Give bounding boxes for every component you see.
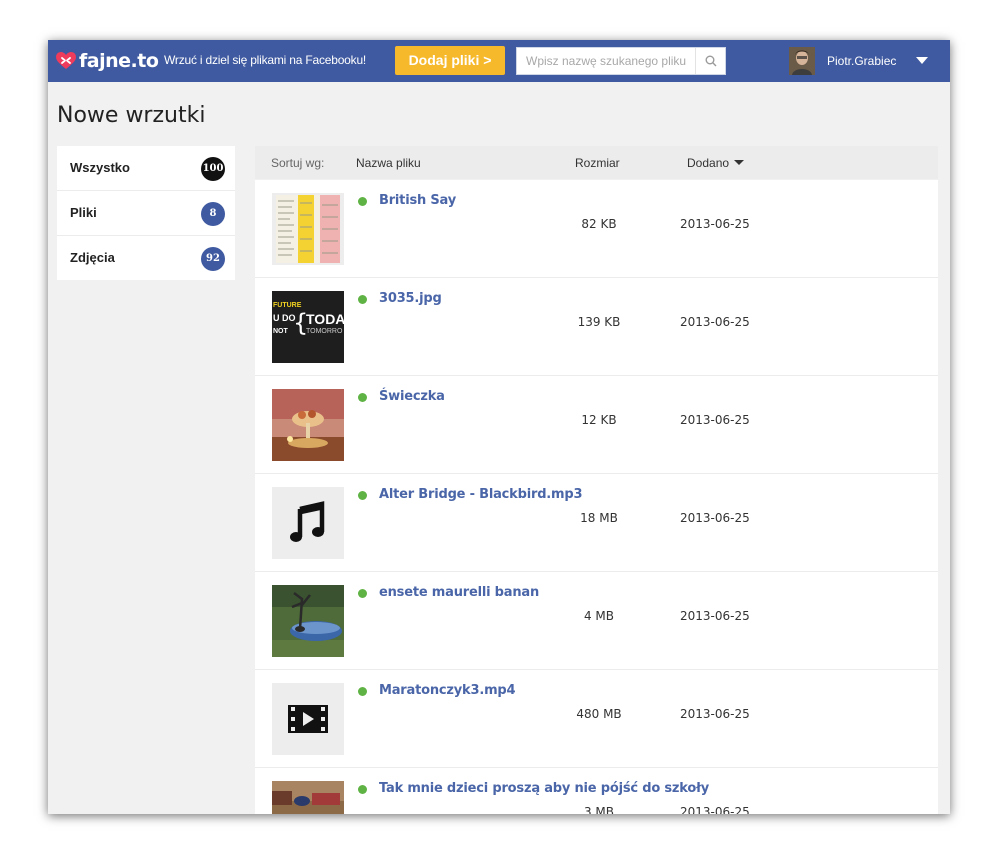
quote-text-tomorrow: TOMORRO (306, 328, 343, 335)
file-thumbnail[interactable] (272, 193, 344, 265)
file-date: 2013-06-25 (680, 511, 750, 525)
add-files-button[interactable]: Dodaj pliki > (395, 46, 505, 75)
file-name-link[interactable]: ensete maurelli banan (379, 585, 539, 600)
file-thumbnail[interactable] (272, 683, 344, 755)
video-film-icon (272, 683, 344, 755)
room-image (272, 781, 344, 814)
file-size: 4 MB (583, 609, 615, 623)
file-name-link[interactable]: 3035.jpg (379, 291, 442, 306)
sort-by-size[interactable]: Rozmiar (575, 156, 620, 170)
top-navbar: fajne.to Wrzuć i dziel się plikami na Fa… (48, 40, 950, 82)
logo-text: fajne.to (79, 50, 159, 72)
file-thumbnail[interactable] (272, 585, 344, 657)
file-list-panel: Sortuj wg: Nazwa pliku Rozmiar Dodano Br… (255, 146, 938, 814)
document-image (276, 195, 340, 263)
file-list: British Say 82 KB 2013-06-25 FUTURE U DO… (255, 180, 938, 814)
search-button[interactable] (695, 48, 726, 74)
app-window: fajne.to Wrzuć i dziel się plikami na Fa… (48, 40, 950, 814)
file-name-link[interactable]: Tak mnie dzieci proszą aby nie pójść do … (379, 781, 709, 796)
file-date: 2013-06-25 (680, 315, 750, 329)
logo[interactable]: fajne.to (56, 49, 159, 73)
file-thumbnail[interactable] (272, 781, 344, 814)
file-thumbnail[interactable]: FUTURE U DO NOT { TODA TOMORRO (272, 291, 344, 363)
file-row[interactable]: Alter Bridge - Blackbird.mp3 18 MB 2013-… (255, 474, 938, 572)
account-dropdown-icon[interactable] (916, 57, 928, 64)
search-input[interactable] (517, 48, 693, 74)
user-photo-icon (789, 47, 815, 75)
file-date: 2013-06-25 (680, 609, 750, 623)
page-title: Nowe wrzutki (57, 103, 206, 128)
sidebar-item-photos[interactable]: Zdjęcia 92 (57, 236, 235, 280)
count-badge: 92 (201, 247, 225, 271)
file-thumbnail[interactable] (272, 389, 344, 461)
status-dot (358, 687, 367, 696)
music-note-icon (272, 487, 344, 559)
status-dot (358, 295, 367, 304)
file-name-link[interactable]: British Say (379, 193, 456, 208)
sidebar-item-files[interactable]: Pliki 8 (57, 191, 235, 236)
search-box (516, 47, 726, 75)
count-badge: 100 (201, 157, 225, 181)
file-name-link[interactable]: Świeczka (379, 389, 445, 404)
sidebar-item-label: Wszystko (70, 160, 130, 175)
candle-image (272, 389, 344, 461)
garden-image (272, 585, 344, 657)
file-row[interactable]: Świeczka 12 KB 2013-06-25 (255, 376, 938, 474)
file-date: 2013-06-25 (680, 217, 750, 231)
status-dot (358, 785, 367, 794)
status-dot (358, 491, 367, 500)
file-thumbnail[interactable] (272, 487, 344, 559)
sidebar-item-all[interactable]: Wszystko 100 (57, 146, 235, 191)
sort-by-date[interactable]: Dodano (687, 156, 745, 170)
quote-text-not: NOT (273, 328, 289, 335)
count-badge: 8 (201, 202, 225, 226)
sort-bar: Sortuj wg: Nazwa pliku Rozmiar Dodano (255, 146, 938, 179)
status-dot (358, 589, 367, 598)
tagline: Wrzuć i dziel się plikami na Facebooku! (164, 53, 367, 67)
sort-by-name[interactable]: Nazwa pliku (356, 156, 421, 170)
file-date: 2013-06-25 (680, 707, 750, 721)
file-row[interactable]: FUTURE U DO NOT { TODA TOMORRO 3035.jpg … (255, 278, 938, 376)
sidebar-item-label: Pliki (70, 205, 97, 220)
file-name-link[interactable]: Alter Bridge - Blackbird.mp3 (379, 487, 583, 502)
file-row[interactable]: Tak mnie dzieci proszą aby nie pójść do … (255, 768, 938, 814)
sidebar-item-label: Zdjęcia (70, 250, 115, 265)
username[interactable]: Piotr.Grabiec (827, 54, 896, 68)
file-row[interactable]: British Say 82 KB 2013-06-25 (255, 180, 938, 278)
file-date: 2013-06-25 (680, 805, 750, 814)
sort-by-date-label: Dodano (687, 156, 730, 170)
file-size: 3 MB (583, 805, 615, 814)
search-icon (705, 55, 717, 67)
file-size: 480 MB (576, 707, 622, 721)
status-dot (358, 197, 367, 206)
file-size: 82 KB (581, 217, 617, 231)
heart-logo-icon (56, 52, 76, 69)
file-name-link[interactable]: Maratonczyk3.mp4 (379, 683, 516, 698)
sort-label: Sortuj wg: (271, 156, 325, 170)
status-dot (358, 393, 367, 402)
file-size: 12 KB (581, 413, 617, 427)
file-size: 18 MB (580, 511, 618, 525)
file-row[interactable]: Maratonczyk3.mp4 480 MB 2013-06-25 (255, 670, 938, 768)
avatar[interactable] (789, 47, 815, 75)
quote-text-today: TODA (306, 311, 344, 327)
quote-image: FUTURE U DO NOT { TODA TOMORRO (272, 291, 344, 363)
file-row[interactable]: ensete maurelli banan 4 MB 2013-06-25 (255, 572, 938, 670)
category-sidebar: Wszystko 100 Pliki 8 Zdjęcia 92 (57, 146, 235, 280)
file-size: 139 KB (577, 315, 621, 329)
sort-desc-icon (734, 160, 745, 165)
quote-text-future: FUTURE (273, 302, 302, 309)
file-date: 2013-06-25 (680, 413, 750, 427)
